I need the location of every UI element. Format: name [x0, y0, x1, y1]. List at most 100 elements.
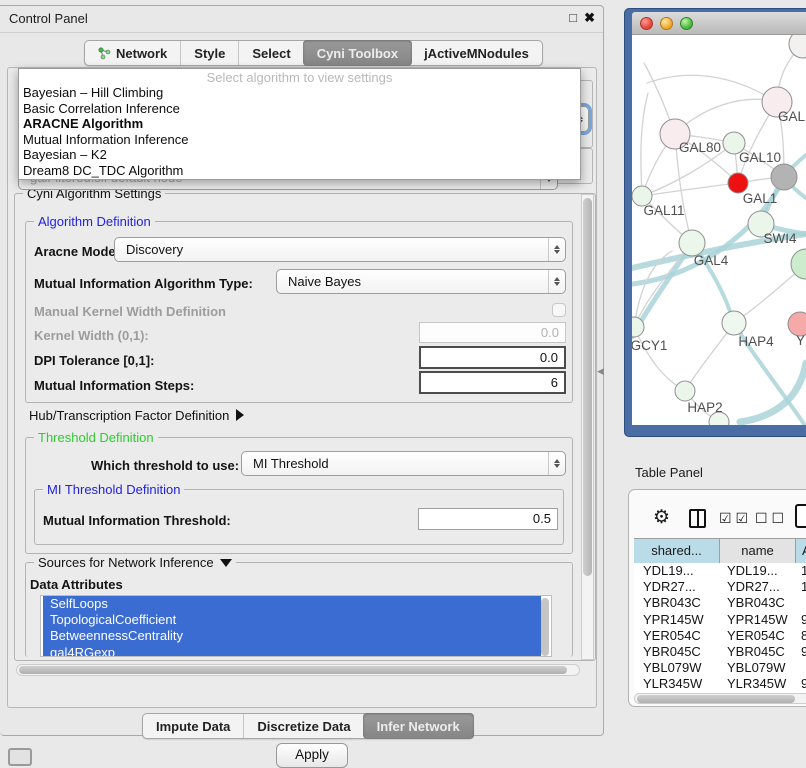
tab-cyni-toolbox[interactable]: Cyni Toolbox — [303, 40, 412, 66]
node-hap2[interactable] — [675, 381, 695, 401]
algorithm-dropdown-popup: Select algorithm to view settings Bayesi… — [18, 68, 581, 180]
network-window-titlebar[interactable] — [632, 12, 806, 35]
settings-horizontal-scrollbar[interactable] — [16, 664, 580, 676]
tab-impute-data[interactable]: Impute Data — [143, 714, 243, 738]
gear-icon[interactable]: ⚙ — [653, 506, 670, 529]
tab-label: Cyni Toolbox — [317, 46, 398, 61]
columns-icon[interactable] — [689, 509, 706, 528]
mi-type-combo[interactable]: Naive Bayes — [276, 269, 566, 294]
stepper-icon — [548, 238, 565, 261]
tab-style[interactable]: Style — [180, 41, 238, 65]
attribute-item-gal4rgexp[interactable]: gal4RGexp — [43, 645, 541, 657]
node-label-gal11: GAL11 — [643, 203, 684, 218]
network-edge[interactable] — [685, 323, 734, 391]
table-cell — [796, 660, 806, 676]
algorithm-option-mutual-information-inference[interactable]: Mutual Information Inference — [19, 132, 580, 148]
algorithm-definition-title: Algorithm Definition — [34, 214, 155, 229]
algorithm-option-dream8-dc-tdc-algorithm[interactable]: Dream8 DC_TDC Algorithm — [19, 163, 580, 179]
node-hap4[interactable] — [722, 311, 746, 335]
table-row[interactable]: YBL079WYBL079W — [634, 660, 806, 676]
node-label-gal: GAL — [778, 109, 806, 124]
tab-label: Discretize Data — [257, 719, 350, 734]
table-row[interactable]: YLR345WYLR345W9. — [634, 676, 806, 692]
tab-infer-network[interactable]: Infer Network — [363, 713, 474, 739]
network-edge[interactable] — [634, 327, 685, 391]
kernel-width-field[interactable]: 0.0 — [419, 322, 566, 343]
tab-network[interactable]: Network — [85, 41, 180, 65]
algorithm-option-bayesian-hill-climbing[interactable]: Bayesian – Hill Climbing — [19, 85, 580, 101]
algorithm-option-bayesian-k2[interactable]: Bayesian – K2 — [19, 147, 580, 163]
minimize-window-icon[interactable] — [660, 17, 673, 30]
table-cell: YER054C — [720, 628, 796, 644]
mi-threshold-field[interactable]: 0.5 — [418, 508, 558, 530]
mi-steps-field[interactable]: 6 — [419, 371, 566, 394]
tab-label: Impute Data — [156, 719, 230, 734]
network-edge[interactable] — [642, 183, 738, 196]
dpi-tolerance-label: DPI Tolerance [0,1]: — [34, 353, 154, 368]
manual-kernel-checkbox[interactable] — [552, 303, 566, 317]
attribute-item-topologicalcoefficient[interactable]: TopologicalCoefficient — [43, 612, 541, 628]
node-gal1[interactable] — [728, 173, 748, 193]
attribute-item-betweennesscentrality[interactable]: BetweennessCentrality — [43, 628, 541, 644]
table-cell: YBR043C — [720, 595, 796, 611]
close-window-icon[interactable] — [640, 17, 653, 30]
table-cell: 13 — [796, 563, 806, 579]
cyni-toolbox-content: galFiltered.sif default node Select algo… — [7, 67, 597, 708]
document-icon[interactable] — [795, 504, 806, 528]
minimized-panel-icon[interactable] — [8, 748, 32, 766]
algorithm-option-basic-correlation-inference[interactable]: Basic Correlation Inference — [19, 101, 580, 117]
split-pane-grip-icon[interactable]: ◀ — [597, 366, 604, 377]
dpi-tolerance-field[interactable]: 0.0 — [419, 346, 566, 369]
tab-jactivemnodules[interactable]: jActiveMNodules — [411, 41, 542, 65]
table-row[interactable]: YBR043CYBR043C — [634, 595, 806, 611]
table-cell: YDR27... — [634, 579, 720, 595]
which-threshold-combo[interactable]: MI Threshold — [241, 451, 566, 476]
node-top-right[interactable] — [789, 35, 806, 58]
hub-definition-toggle[interactable]: Hub/Transcription Factor Definition — [29, 408, 244, 423]
apply-button[interactable]: Apply — [276, 743, 348, 768]
table-row[interactable]: YPR145WYPR145W9. — [634, 612, 806, 628]
table-horizontal-scrollbar[interactable] — [634, 693, 806, 704]
aracne-mode-label: Aracne Mode: — [34, 244, 120, 259]
table-row[interactable]: YDR27...YDR27...12 — [634, 579, 806, 595]
table-hscrollbar-thumb[interactable] — [637, 695, 795, 703]
unchecked-boxes-icon[interactable]: ☐ ☐ — [755, 510, 784, 527]
list-scrollbar-thumb[interactable] — [541, 598, 549, 656]
aracne-mode-combo[interactable]: Discovery — [114, 237, 566, 262]
tab-select[interactable]: Select — [238, 41, 303, 65]
table-cell: 9. — [796, 644, 806, 660]
cyni-algorithm-settings-group: Cyni Algorithm Settings Algorithm Defini… — [14, 193, 596, 661]
settings-vertical-scrollbar[interactable] — [581, 194, 594, 660]
close-panel-icon[interactable]: ✖ — [584, 10, 595, 26]
dropdown-items: Bayesian – Hill ClimbingBasic Correlatio… — [19, 85, 580, 178]
settings-scrollbar-thumb[interactable] — [583, 198, 592, 576]
table-cell: 9. — [796, 676, 806, 692]
algorithm-option-aracne-algorithm[interactable]: ARACNE Algorithm — [19, 116, 580, 132]
column-header-a[interactable]: A — [796, 539, 806, 564]
node-label-swi4: SWI4 — [763, 231, 796, 246]
tab-discretize-data[interactable]: Discretize Data — [243, 714, 363, 738]
sources-group-title[interactable]: Sources for Network Inference — [34, 555, 236, 570]
network-canvas[interactable]: GALGAL80GAL10GAL1SWI4GAL11GAL4GCY1HAP4YH… — [632, 35, 806, 425]
threshold-definition-group: Threshold Definition Which threshold to … — [25, 437, 573, 554]
checked-boxes-icon[interactable]: ☑ ☑ — [719, 510, 748, 527]
table-row[interactable]: YDL19...YDL19...13 — [634, 563, 806, 579]
settings-hscrollbar-thumb[interactable] — [19, 666, 567, 674]
column-header-shared[interactable]: shared... — [634, 539, 720, 564]
zoom-window-icon[interactable] — [680, 17, 693, 30]
manual-kernel-label: Manual Kernel Width Definition — [34, 304, 226, 319]
mi-threshold-group-title: MI Threshold Definition — [43, 482, 184, 497]
network-edge[interactable] — [647, 75, 777, 102]
table-panel-title: Table Panel — [635, 465, 703, 480]
table-cell: YPR145W — [634, 612, 720, 628]
attribute-item-selfloops[interactable]: SelfLoops — [43, 596, 541, 612]
table-row[interactable]: YBR045CYBR045C9. — [634, 644, 806, 660]
table-header-row: shared...nameA — [634, 538, 806, 565]
node-label-hap4: HAP4 — [738, 334, 774, 349]
node-gray[interactable] — [771, 164, 797, 190]
kernel-width-label: Kernel Width (0,1): — [34, 328, 149, 343]
column-header-name[interactable]: name — [720, 539, 796, 564]
float-panel-icon[interactable]: □ — [569, 10, 577, 25]
mi-steps-label: Mutual Information Steps: — [34, 378, 194, 393]
table-row[interactable]: YER054CYER054C8. — [634, 628, 806, 644]
